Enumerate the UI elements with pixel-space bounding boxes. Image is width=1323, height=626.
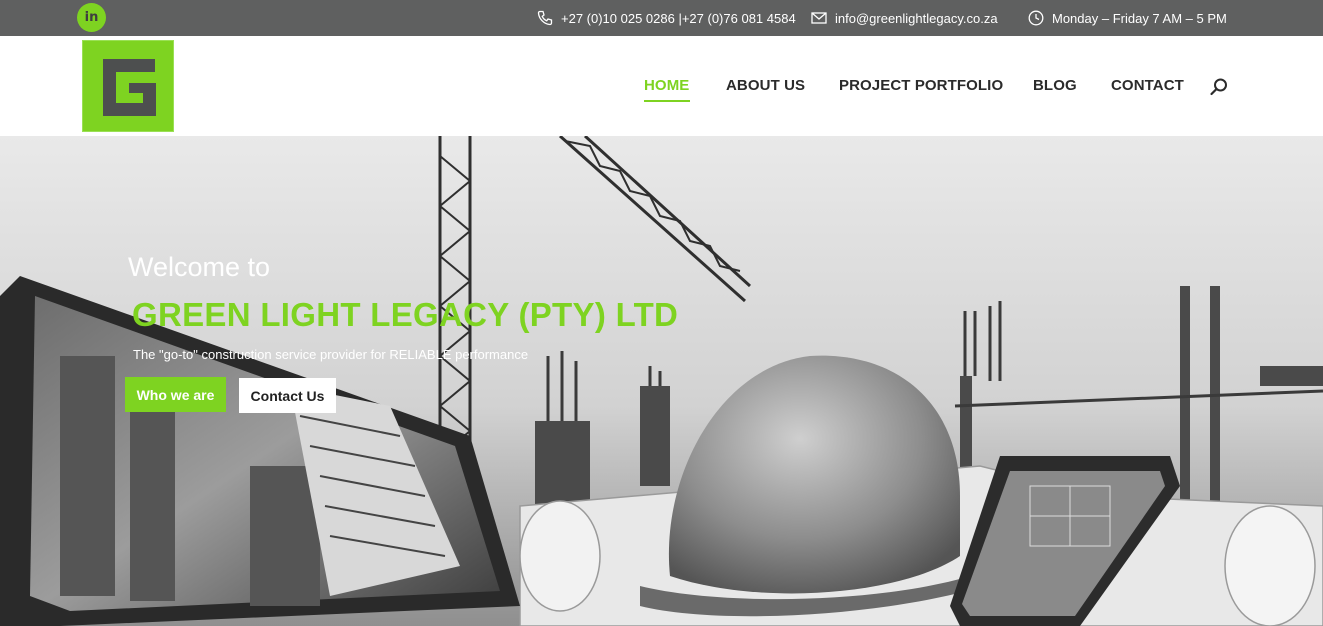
email-contact[interactable]: info@greenlightlegacy.co.za xyxy=(811,0,998,36)
nav-blog[interactable]: BLOG xyxy=(1033,77,1077,94)
linkedin-icon[interactable]: in xyxy=(77,3,106,32)
logo-g-icon xyxy=(103,59,156,116)
hero-company-name: GREEN LIGHT LEGACY (PTY) LTD xyxy=(132,296,679,333)
phone-contact[interactable]: +27 (0)10 025 0286 |+27 (0)76 081 4584 xyxy=(537,0,796,36)
nav-contact[interactable]: CONTACT xyxy=(1111,77,1184,94)
nav-active-indicator xyxy=(644,100,690,102)
search-icon[interactable] xyxy=(1208,76,1230,98)
who-we-are-button[interactable]: Who we are xyxy=(125,377,226,412)
phone-text: +27 (0)10 025 0286 |+27 (0)76 081 4584 xyxy=(561,10,796,26)
phone-icon xyxy=(537,10,553,26)
hours-text: Monday – Friday 7 AM – 5 PM xyxy=(1052,10,1227,26)
email-text: info@greenlightlegacy.co.za xyxy=(835,10,998,26)
linkedin-label: in xyxy=(84,10,99,25)
envelope-icon xyxy=(811,12,827,24)
contact-us-button[interactable]: Contact Us xyxy=(239,378,336,413)
top-bar: in +27 (0)10 025 0286 |+27 (0)76 081 458… xyxy=(0,0,1323,36)
hero-welcome: Welcome to xyxy=(128,252,271,282)
site-logo[interactable] xyxy=(82,40,174,132)
nav-home[interactable]: HOME xyxy=(644,77,689,94)
clock-icon xyxy=(1028,10,1044,26)
hero-tagline: The "go-to" construction service provide… xyxy=(133,347,529,362)
nav-project-portfolio[interactable]: PROJECT PORTFOLIO xyxy=(839,77,1003,94)
hours-info: Monday – Friday 7 AM – 5 PM xyxy=(1028,0,1227,36)
site-header: HOME ABOUT US PROJECT PORTFOLIO BLOG CON… xyxy=(0,36,1323,136)
hero-banner: Welcome to GREEN LIGHT LEGACY (PTY) LTD … xyxy=(0,136,1323,626)
nav-about-us[interactable]: ABOUT US xyxy=(726,77,805,94)
